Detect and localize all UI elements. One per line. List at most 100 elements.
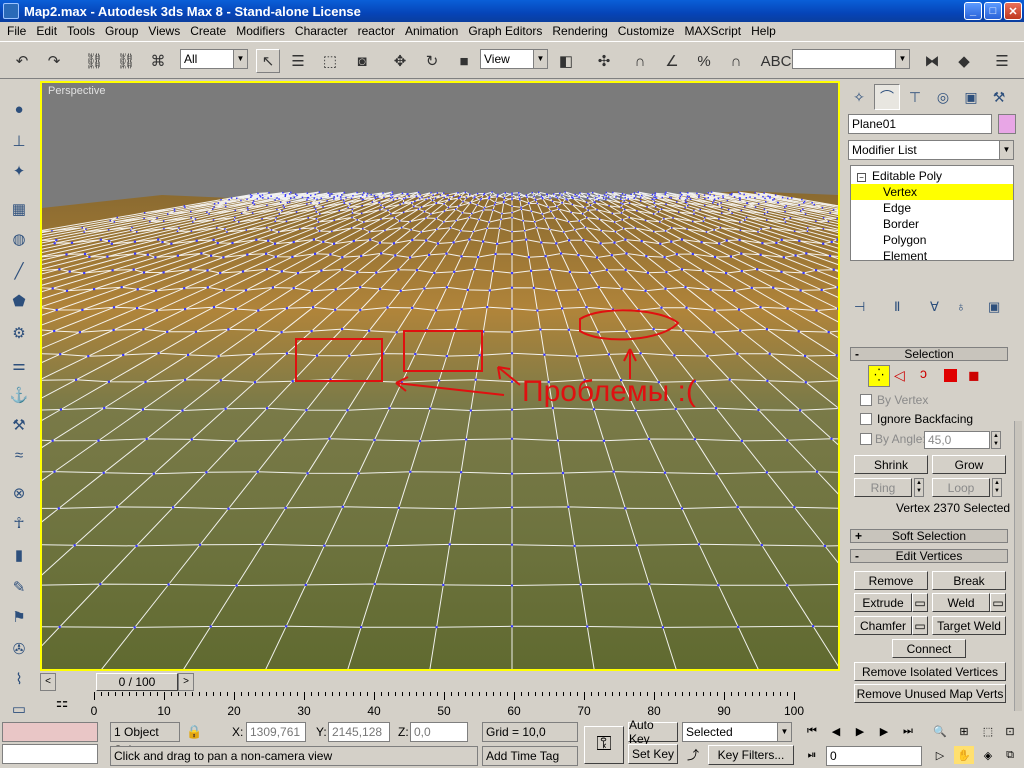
prismatic-icon[interactable]: ⚑ bbox=[6, 604, 32, 630]
ring-spinner[interactable]: ▲ ▼ bbox=[914, 478, 924, 497]
pan-icon[interactable]: ✋ bbox=[954, 746, 974, 764]
border-mode-icon[interactable]: ↄ bbox=[920, 365, 927, 381]
edit-named-selection-icon[interactable]: ABC bbox=[761, 49, 792, 73]
select-link-icon[interactable]: ⛓ bbox=[82, 49, 106, 73]
remove-modifier-icon[interactable]: ♁ bbox=[956, 299, 966, 314]
current-frame-input[interactable]: 0 bbox=[826, 746, 922, 766]
align-icon[interactable]: ◆ bbox=[952, 49, 976, 73]
break-button[interactable]: Break bbox=[932, 571, 1006, 590]
viewport-label[interactable]: Perspective bbox=[48, 85, 105, 97]
menu-group[interactable]: Group bbox=[100, 22, 143, 40]
app-icon[interactable] bbox=[3, 3, 19, 19]
perspective-viewport[interactable]: Perspective Проблемы :( bbox=[40, 81, 840, 671]
configure-sets-icon[interactable]: ▣ bbox=[988, 299, 1000, 315]
y-coordinate-input[interactable]: 2145,128 bbox=[328, 722, 390, 742]
bind-space-warp-icon[interactable]: ⌘ bbox=[146, 49, 170, 73]
menu-maxscript[interactable]: MAXScript bbox=[679, 22, 746, 40]
menu-file[interactable]: File bbox=[2, 22, 31, 40]
selection-filter-dropdown[interactable]: All ▼ bbox=[180, 49, 248, 69]
auto-key-button[interactable]: Auto Key bbox=[628, 718, 678, 746]
angle-snap-icon[interactable]: ∠ bbox=[660, 49, 684, 73]
weld-button[interactable]: Weld bbox=[932, 593, 990, 612]
motion-tab-icon[interactable]: ◎ bbox=[930, 84, 956, 110]
close-button[interactable]: ✕ bbox=[1004, 2, 1022, 20]
pin-stack-icon[interactable]: ⊣ bbox=[854, 299, 865, 315]
angle-spinner[interactable]: ▲ ▼ bbox=[991, 431, 1001, 449]
constraint-icon[interactable]: ⊗ bbox=[6, 480, 32, 506]
cloth-icon[interactable]: ▦ bbox=[6, 196, 32, 222]
z-coordinate-input[interactable]: 0,0 bbox=[410, 722, 468, 742]
manipulate-icon[interactable]: ✣ bbox=[592, 49, 616, 73]
chamfer-settings-icon[interactable]: ▭ bbox=[912, 616, 928, 635]
object-color-swatch[interactable] bbox=[998, 114, 1016, 134]
key-mode-dropdown[interactable]: Selected ▼ bbox=[682, 722, 792, 742]
default-tangents-icon[interactable]: ⤴ bbox=[682, 746, 704, 766]
command-panel-scrollbar[interactable] bbox=[1014, 421, 1022, 711]
shrink-button[interactable]: Shrink bbox=[854, 455, 928, 474]
key-filters-button[interactable]: Key Filters... bbox=[708, 745, 794, 765]
track-bar-toggle-icon[interactable]: ⚏ bbox=[50, 694, 74, 718]
add-time-tag-button[interactable]: Add Time Tag bbox=[482, 746, 578, 766]
next-frame-icon[interactable]: ▶ bbox=[874, 722, 894, 740]
menu-modifiers[interactable]: Modifiers bbox=[231, 22, 290, 40]
star-icon[interactable]: ✦ bbox=[6, 158, 32, 184]
connect-button[interactable]: Connect bbox=[892, 639, 966, 658]
target-weld-button[interactable]: Target Weld bbox=[932, 616, 1006, 635]
unlink-icon[interactable]: ⛓ bbox=[114, 49, 138, 73]
scale-icon[interactable]: ■ bbox=[452, 49, 476, 73]
extrude-button[interactable]: Extrude bbox=[854, 593, 912, 612]
menu-reactor[interactable]: reactor bbox=[353, 22, 400, 40]
menu-create[interactable]: Create bbox=[185, 22, 231, 40]
x-coordinate-input[interactable]: 1309,761 bbox=[246, 722, 306, 742]
stack-item-border[interactable]: Border bbox=[851, 216, 1013, 232]
dashpot-icon[interactable]: ⚓ bbox=[6, 382, 32, 408]
water-icon[interactable]: ≈ bbox=[6, 442, 32, 468]
ring-button[interactable]: Ring bbox=[854, 478, 912, 497]
time-slider-thumb[interactable]: 0 / 100 bbox=[96, 673, 178, 691]
grow-button[interactable]: Grow bbox=[932, 455, 1006, 474]
remove-isolated-vertices-button[interactable]: Remove Isolated Vertices bbox=[854, 662, 1006, 681]
make-unique-icon[interactable]: ∀ bbox=[930, 299, 939, 315]
go-to-start-icon[interactable]: ⏮ bbox=[802, 722, 822, 740]
soft-selection-rollout-header[interactable]: + Soft Selection bbox=[850, 529, 1008, 543]
display-tab-icon[interactable]: ▣ bbox=[958, 84, 984, 110]
maxscript-output-field[interactable] bbox=[2, 744, 98, 764]
stack-item-edge[interactable]: Edge bbox=[851, 200, 1013, 216]
ragdoll-icon[interactable]: ☥ bbox=[6, 510, 32, 536]
zoom-extents-icon[interactable]: ⬚ bbox=[978, 722, 998, 740]
zoom-all-icon[interactable]: ⊞ bbox=[954, 722, 974, 740]
spinner-snap-icon[interactable]: ∩ bbox=[724, 49, 748, 73]
minimize-button[interactable]: _ bbox=[964, 2, 982, 20]
zoom-extents-all-icon[interactable]: ⊡ bbox=[1000, 722, 1020, 740]
menu-help[interactable]: Help bbox=[746, 22, 781, 40]
by-vertex-checkbox[interactable] bbox=[860, 394, 872, 406]
stack-item-polygon[interactable]: Polygon bbox=[851, 232, 1013, 248]
extrude-settings-icon[interactable]: ▭ bbox=[912, 593, 928, 612]
rope-icon[interactable]: ╱ bbox=[6, 258, 32, 284]
menu-edit[interactable]: Edit bbox=[31, 22, 62, 40]
prev-frame-arrow-icon[interactable]: < bbox=[40, 673, 56, 691]
car-wheel-icon[interactable]: ✇ bbox=[6, 636, 32, 662]
deform-mesh-icon[interactable]: ⬟ bbox=[6, 288, 32, 314]
lock-icon[interactable]: 🔒 bbox=[186, 724, 202, 740]
hinge-icon[interactable]: ▮ bbox=[6, 542, 32, 568]
rotate-icon[interactable]: ↻ bbox=[420, 49, 444, 73]
stack-item-element[interactable]: Element bbox=[851, 248, 1013, 264]
select-by-name-icon[interactable]: ☰ bbox=[286, 49, 310, 73]
go-to-end-icon[interactable]: ⏭ bbox=[898, 722, 918, 740]
collapse-icon[interactable]: − bbox=[857, 173, 866, 182]
time-slider[interactable]: < 0 / 100 > bbox=[40, 673, 840, 691]
fracture-icon[interactable]: ⌇ bbox=[6, 666, 32, 692]
edit-vertices-rollout-header[interactable]: - Edit Vertices bbox=[850, 549, 1008, 563]
arc-rotate-icon[interactable]: ◈ bbox=[978, 746, 998, 764]
set-key-button[interactable]: Set Key bbox=[628, 744, 678, 764]
by-angle-checkbox[interactable] bbox=[860, 433, 872, 445]
window-crossing-icon[interactable]: ◙ bbox=[350, 49, 374, 73]
element-mode-icon[interactable]: ◼ bbox=[968, 367, 980, 384]
selection-rollout-header[interactable]: - Selection bbox=[850, 347, 1008, 361]
utilities-tab-icon[interactable]: ⚒ bbox=[986, 84, 1012, 110]
preview-icon[interactable]: ▭ bbox=[6, 696, 32, 722]
maximize-viewport-icon[interactable]: ⧉ bbox=[1000, 746, 1020, 764]
create-tab-icon[interactable]: ✧ bbox=[846, 84, 872, 110]
edge-mode-icon[interactable]: ◁ bbox=[894, 367, 905, 384]
